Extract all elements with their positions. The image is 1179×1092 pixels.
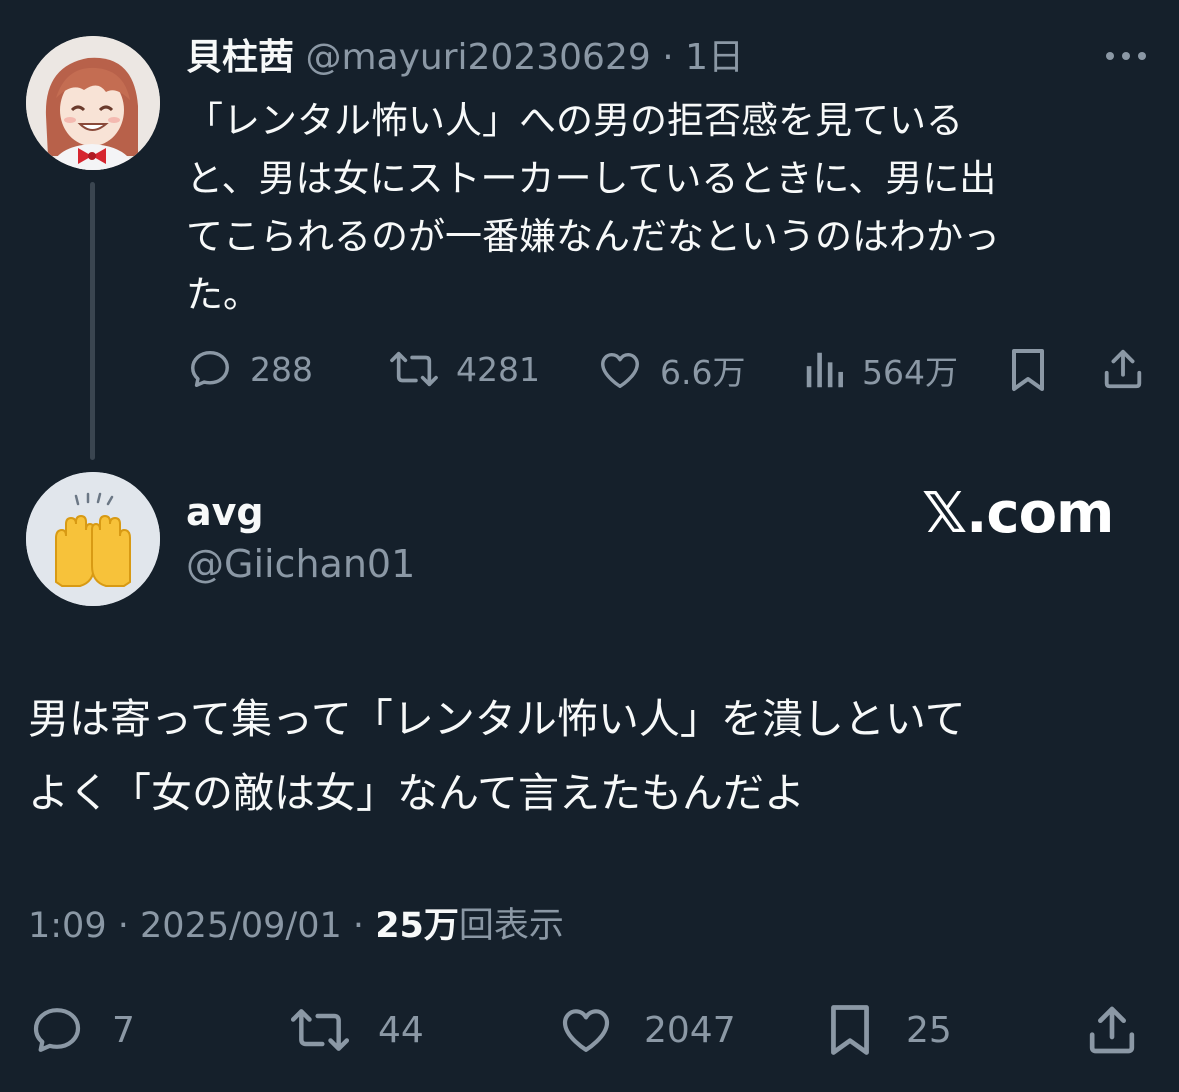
parent-bookmark-button[interactable] xyxy=(1006,346,1050,394)
reply-views-label: 回表示 xyxy=(458,906,564,946)
parent-text-line: てこられるのが一番嫌なんだなというのはわかっ xyxy=(186,215,1000,258)
reply-bubble-icon xyxy=(33,1008,81,1052)
views-chart-icon xyxy=(806,352,843,388)
more-dots-icon[interactable] xyxy=(1102,44,1150,68)
bookmark-icon xyxy=(1012,349,1044,391)
parent-retweet-count: 4281 xyxy=(456,349,540,389)
reply-retweet-button[interactable]: 44 xyxy=(288,1002,424,1058)
reply-reply-button[interactable]: 7 xyxy=(28,1002,135,1058)
parent-share-button[interactable] xyxy=(1100,346,1146,392)
parent-avatar[interactable] xyxy=(26,36,160,170)
x-com-watermark: 𝕏.com xyxy=(922,481,1114,546)
parent-reply-button[interactable]: 288 xyxy=(186,346,313,392)
parent-retweet-button[interactable]: 4281 xyxy=(388,346,540,392)
parent-handle[interactable]: @mayuri20230629 xyxy=(305,37,650,78)
reply-share-button[interactable] xyxy=(1084,1002,1140,1058)
bookmark-icon xyxy=(831,1005,869,1055)
reply-retweet-count: 44 xyxy=(378,1009,424,1051)
reply-bookmark-button[interactable]: 25 xyxy=(824,1000,952,1060)
reply-meta-line: 1:09 · 2025/09/01 · 25万回表示 xyxy=(28,902,564,950)
reply-date[interactable]: 2025/09/01 xyxy=(140,906,342,946)
parent-like-count: 6.6万 xyxy=(660,353,746,392)
reply-views-count: 25万 xyxy=(375,906,459,946)
parent-tweet-text: 「レンタル怖い人」への男の拒否感を見ている と、男は女にストーカーしているときに… xyxy=(186,92,1136,324)
reply-time[interactable]: 1:09 xyxy=(28,906,107,946)
heart-icon xyxy=(601,352,639,389)
share-upload-icon xyxy=(1089,1006,1135,1054)
reply-bookmark-count: 25 xyxy=(906,1009,952,1051)
meta-separator: · xyxy=(352,906,365,946)
reply-text-line: よく「女の敵は女」なんて言えたもんだよ xyxy=(28,769,805,817)
reply-avatar[interactable] xyxy=(26,472,160,606)
parent-text-line: と、男は女にストーカーしているときに、男に出 xyxy=(186,157,997,200)
parent-display-name[interactable]: 貝柱茜 xyxy=(186,37,294,78)
parent-header-separator: · xyxy=(662,37,674,78)
reply-like-button[interactable]: 2047 xyxy=(556,1002,736,1058)
parent-tweet-header: 貝柱茜 @mayuri20230629 · 1日 xyxy=(186,34,744,82)
retweet-icon xyxy=(290,1009,350,1051)
reply-bubble-icon xyxy=(191,350,229,388)
parent-views-count: 564万 xyxy=(862,353,958,392)
reply-text-line: 男は寄って集って「レンタル怖い人」を潰しといて xyxy=(28,695,966,743)
anime-girl-avatar-icon xyxy=(26,36,160,170)
reply-display-name[interactable]: avg xyxy=(186,488,264,536)
parent-reply-count: 288 xyxy=(250,349,313,389)
parent-text-line: 「レンタル怖い人」への男の拒否感を見ている xyxy=(186,99,963,142)
parent-views-button[interactable]: 564万 xyxy=(802,346,958,394)
reply-reply-count: 7 xyxy=(112,1009,135,1051)
retweet-icon xyxy=(390,351,438,387)
reply-handle[interactable]: @Giichan01 xyxy=(186,540,415,588)
thread-connector-line xyxy=(90,182,95,460)
parent-text-line: た。 xyxy=(186,273,260,316)
meta-separator: · xyxy=(117,906,129,946)
heart-icon xyxy=(562,1009,610,1052)
reply-like-count: 2047 xyxy=(644,1009,736,1051)
raising-hands-emoji-icon xyxy=(26,472,160,606)
reply-tweet-text: 男は寄って集って「レンタル怖い人」を潰しといて よく「女の敵は女」なんて言えたも… xyxy=(28,682,966,830)
parent-timestamp[interactable]: 1日 xyxy=(685,37,744,78)
parent-like-button[interactable]: 6.6万 xyxy=(596,346,745,394)
share-upload-icon xyxy=(1104,349,1142,389)
